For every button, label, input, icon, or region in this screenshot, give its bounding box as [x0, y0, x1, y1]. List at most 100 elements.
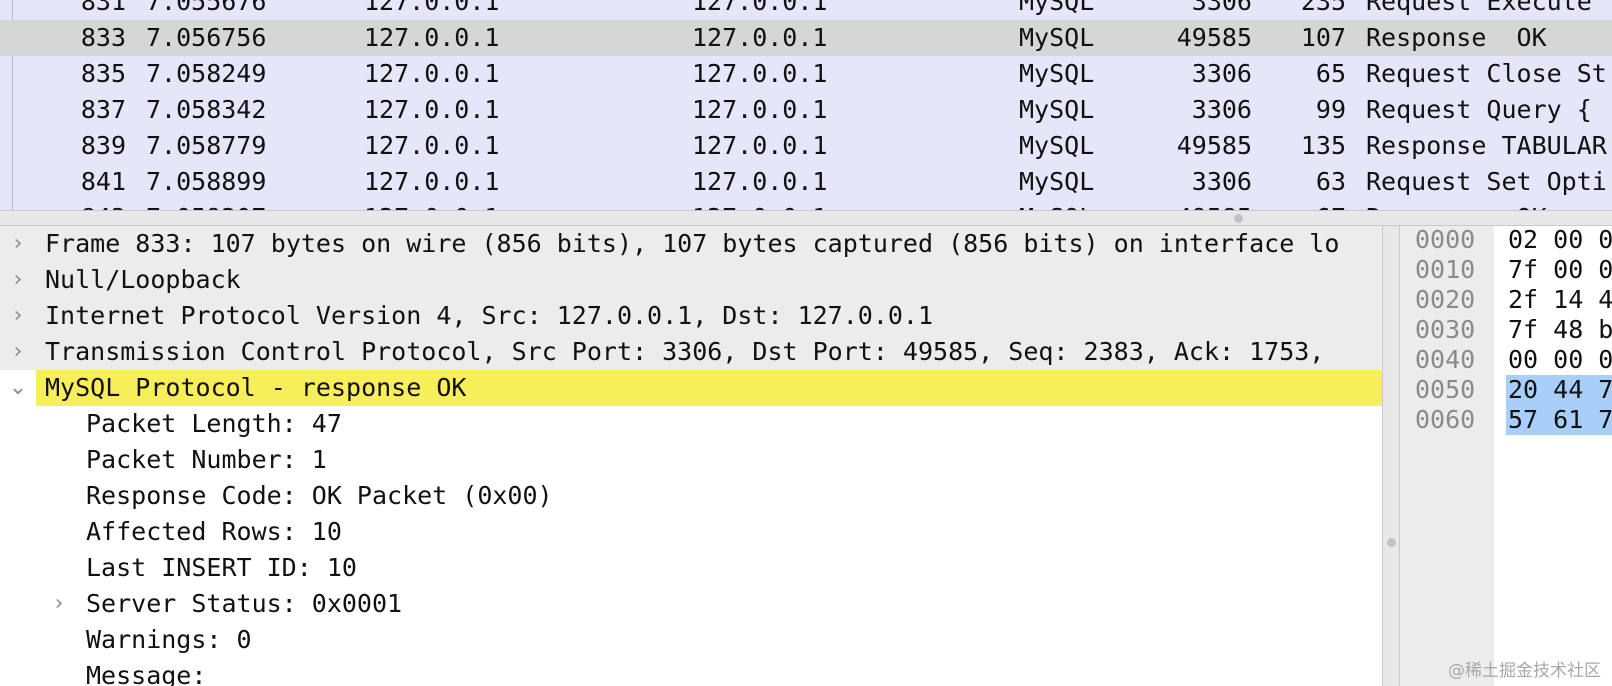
hex-bytes[interactable]: 7f 00 0	[1508, 255, 1612, 285]
mysql-field-row[interactable]: Response Code: OK Packet (0x00)	[0, 478, 1382, 514]
packet-row[interactable]: 837 7.058342 127.0.0.1 127.0.0.1 MySQL 3306 99…	[0, 92, 1612, 128]
hex-offset: 0010	[1415, 255, 1476, 284]
packet-info: Request Set Opti	[1366, 167, 1607, 196]
packet-source: 127.0.0.1	[364, 0, 500, 16]
hex-offset: 0030	[1415, 315, 1476, 344]
packet-length: 135	[1300, 131, 1346, 160]
packet-row[interactable]: 843 7.059307 127.0.0.1 127.0.0.1 MySQL 49585 6…	[0, 200, 1612, 210]
packet-port: 3306	[1191, 59, 1252, 88]
hex-offset-column: 0000 0010 0020 0030 0040 0050 0060	[1400, 226, 1494, 686]
mysql-field-row[interactable]: Last INSERT ID: 10	[0, 550, 1382, 586]
hex-bytes[interactable]: 20 44 7	[1506, 375, 1612, 405]
packet-time: 7.058342	[146, 95, 267, 124]
hex-bytes[interactable]: 7f 48 b	[1508, 315, 1612, 345]
chevron-right-icon[interactable]: ›	[8, 298, 28, 334]
chevron-right-icon[interactable]: ›	[8, 262, 28, 298]
packet-destination: 127.0.0.1	[692, 131, 828, 160]
packet-info: Request Close St	[1366, 59, 1607, 88]
packet-length: 235	[1300, 0, 1346, 16]
packet-length: 107	[1300, 23, 1346, 52]
hex-offset: 0040	[1415, 345, 1476, 374]
tree-item-label: Internet Protocol Version 4, Src: 127.0.…	[45, 301, 934, 330]
packet-destination: 127.0.0.1	[692, 23, 828, 52]
packet-destination: 127.0.0.1	[692, 200, 827, 210]
packet-source: 127.0.0.1	[364, 167, 500, 196]
packet-time: 7.058249	[146, 59, 267, 88]
tree-item-frame[interactable]: › Frame 833: 107 bytes on wire (856 bits)…	[0, 226, 1382, 262]
mysql-field-label: Packet Number: 1	[86, 445, 327, 474]
tree-item-null-loopback[interactable]: › Null/Loopback	[0, 262, 1382, 298]
hex-offset: 0060	[1415, 405, 1476, 434]
packet-destination: 127.0.0.1	[692, 59, 828, 88]
splitter-grip-icon[interactable]	[1387, 538, 1396, 547]
packet-port: 49585	[1176, 131, 1252, 160]
chevron-right-icon[interactable]: ›	[8, 226, 28, 262]
chevron-right-icon[interactable]: ›	[49, 586, 69, 622]
mysql-field-row[interactable]: Warnings: 0	[0, 622, 1382, 658]
packet-details-tree[interactable]: › Frame 833: 107 bytes on wire (856 bits)…	[0, 226, 1382, 686]
packet-time: 7.056756	[146, 23, 267, 52]
packet-info: Request Execute	[1366, 0, 1592, 16]
hex-bytes[interactable]: 57 61 7	[1506, 405, 1612, 435]
mysql-field-label: Message:	[86, 661, 207, 686]
packet-length: 67	[1270, 200, 1346, 210]
packet-time: 7.058779	[146, 131, 267, 160]
tree-item-tcp[interactable]: › Transmission Control Protocol, Src Port…	[0, 334, 1382, 370]
mysql-field-row[interactable]: Packet Length: 47	[0, 406, 1382, 442]
packet-info: Response OK	[1366, 200, 1547, 210]
horizontal-splitter[interactable]	[0, 210, 1612, 226]
packet-destination: 127.0.0.1	[692, 95, 828, 124]
packet-row[interactable]: 831 7.055676 127.0.0.1 127.0.0.1 MySQL 3306 23…	[0, 0, 1612, 20]
splitter-grip-icon[interactable]	[1234, 214, 1243, 223]
hex-offset: 0020	[1415, 285, 1476, 314]
mysql-field-row[interactable]: Affected Rows: 10	[0, 514, 1382, 550]
mysql-field-row[interactable]: › Server Status: 0x0001	[0, 586, 1382, 622]
packet-number: 831	[80, 0, 126, 16]
packet-bytes-pane[interactable]: 0000 0010 0020 0030 0040 0050 0060 02 00 0 7f 0…	[1400, 226, 1612, 686]
packet-protocol: MySQL	[1019, 0, 1095, 16]
mysql-field-label: Warnings: 0	[86, 625, 252, 654]
mysql-field-row[interactable]: Message:	[0, 658, 1382, 686]
packet-number: 837	[80, 95, 126, 124]
packet-row[interactable]: 841 7.058899 127.0.0.1 127.0.0.1 MySQL 3306 63…	[0, 164, 1612, 200]
packet-row[interactable]: 833 7.056756 127.0.0.1 127.0.0.1 MySQL 49585 1…	[0, 20, 1612, 56]
chevron-down-icon[interactable]: ⌄	[8, 370, 28, 406]
chevron-right-icon[interactable]: ›	[8, 334, 28, 370]
hex-bytes[interactable]: 2f 14 4	[1508, 285, 1612, 315]
packet-port: 49585	[1176, 23, 1252, 52]
packet-info: Request Query {	[1366, 95, 1592, 124]
hex-bytes[interactable]: 02 00 0	[1508, 226, 1612, 255]
packet-port: 3306	[1191, 167, 1252, 196]
packet-row[interactable]: 839 7.058779 127.0.0.1 127.0.0.1 MySQL 49585 1…	[0, 128, 1612, 164]
packet-port: 3306	[1191, 0, 1252, 16]
packet-list[interactable]: 831 7.055676 127.0.0.1 127.0.0.1 MySQL 3306 23…	[0, 0, 1612, 210]
packet-protocol: MySQL	[1019, 167, 1095, 196]
watermark: @稀土掘金技术社区	[1448, 661, 1601, 681]
mysql-field-label: Last INSERT ID: 10	[86, 553, 357, 582]
packet-source: 127.0.0.1	[364, 23, 500, 52]
packet-length: 99	[1315, 95, 1346, 124]
tree-item-label: Frame 833: 107 bytes on wire (856 bits),…	[45, 229, 1340, 258]
packet-number: 835	[80, 59, 126, 88]
packet-number: 839	[80, 131, 126, 160]
packet-info: Response TABULAR	[1366, 131, 1607, 160]
tree-item-label: MySQL Protocol - response OK	[45, 373, 467, 402]
mysql-field-label: Server Status: 0x0001	[86, 589, 403, 618]
packet-time: 7.055676	[146, 0, 267, 16]
mysql-field-row[interactable]: Packet Number: 1	[0, 442, 1382, 478]
packet-destination: 127.0.0.1	[692, 0, 828, 16]
packet-protocol: MySQL	[1019, 131, 1095, 160]
packet-source: 127.0.0.1	[364, 131, 500, 160]
vertical-splitter[interactable]	[1382, 226, 1400, 686]
tree-item-ipv4[interactable]: › Internet Protocol Version 4, Src: 127.0…	[0, 298, 1382, 334]
packet-info: Response OK	[1366, 23, 1547, 52]
tree-item-label: Null/Loopback	[45, 265, 241, 294]
packet-protocol: MySQL	[1019, 200, 1094, 210]
packet-row[interactable]: 835 7.058249 127.0.0.1 127.0.0.1 MySQL 3306 65…	[0, 56, 1612, 92]
packet-destination: 127.0.0.1	[692, 167, 828, 196]
hex-bytes[interactable]: 00 00 0	[1508, 345, 1612, 375]
packet-source: 127.0.0.1	[364, 200, 499, 210]
tree-item-mysql-protocol[interactable]: ⌄ MySQL Protocol - response OK	[0, 370, 1382, 406]
packet-protocol: MySQL	[1019, 95, 1095, 124]
hex-offset: 0000	[1415, 226, 1476, 254]
